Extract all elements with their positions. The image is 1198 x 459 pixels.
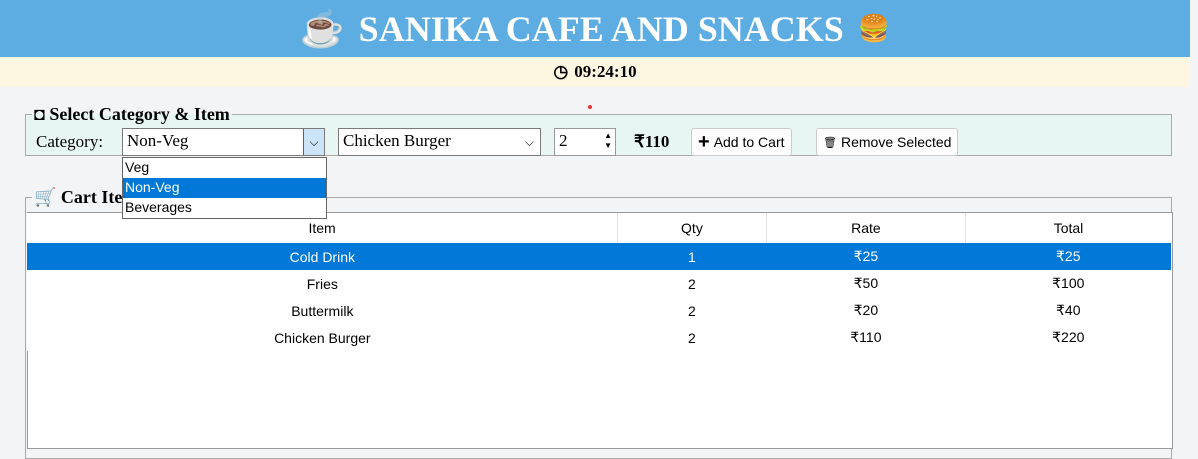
item-value: Chicken Burger (343, 131, 451, 150)
section-title: Select Category & Item (49, 104, 230, 124)
table-row[interactable]: Fries 2 ₹50 ₹100 (27, 270, 1171, 297)
category-value: Non-Veg (127, 131, 189, 150)
remove-selected-button[interactable]: 🗑 Remove Selected (816, 128, 959, 156)
app-title: SANIKA CAFE AND SNACKS (358, 8, 844, 49)
col-total[interactable]: Total (966, 213, 1171, 243)
burger-icon: 🍔 (857, 13, 891, 43)
clock-bar: ◷ 09:24:10 (0, 57, 1190, 87)
app-header: ☕ SANIKA CAFE AND SNACKS 🍔 (0, 0, 1190, 57)
coffee-cup-icon: ☕ (299, 8, 345, 49)
item-combobox[interactable]: Chicken Burger ⌵ (338, 128, 541, 156)
clock-icon: ◷ (553, 62, 569, 81)
table-row[interactable]: Chicken Burger 2 ₹110 ₹220 (27, 324, 1171, 351)
dropdown-option-non-veg[interactable]: Non-Veg (123, 178, 326, 198)
camera-icon: ◘ (34, 104, 50, 124)
quantity-value: 2 (559, 131, 568, 150)
add-to-cart-button[interactable]: + Add to Cart (691, 128, 792, 156)
quantity-spinbox[interactable]: 2 ▲ ▼ (554, 128, 616, 156)
dropdown-option-beverages[interactable]: Beverages (123, 198, 326, 218)
table-row[interactable]: Buttermilk 2 ₹20 ₹40 (27, 297, 1171, 324)
dropdown-option-veg[interactable]: Veg (123, 158, 326, 178)
plus-icon: + (698, 130, 710, 153)
spin-arrows-icon[interactable]: ▲ ▼ (604, 131, 612, 151)
clock-time: 09:24:10 (574, 62, 637, 81)
cart-icon: 🛒 (34, 187, 61, 207)
col-rate[interactable]: Rate (766, 213, 967, 243)
item-price: ₹110 (634, 132, 670, 151)
table-row[interactable]: Cold Drink 1 ₹25 ₹25 (27, 243, 1171, 270)
chevron-down-icon: ⌵ (524, 135, 534, 149)
trash-icon: 🗑 (823, 136, 837, 149)
cart-table[interactable]: Item Qty Rate Total Cold Drink 1 ₹25 ₹25 Fr… (27, 213, 1171, 351)
category-dropdown-list[interactable]: Veg Non-Veg Beverages (122, 157, 327, 219)
category-label: Category: (36, 132, 104, 151)
col-qty[interactable]: Qty (617, 213, 767, 243)
category-combobox[interactable]: Non-Veg ⌵ (122, 128, 325, 156)
chevron-down-icon[interactable]: ⌵ (303, 129, 324, 155)
